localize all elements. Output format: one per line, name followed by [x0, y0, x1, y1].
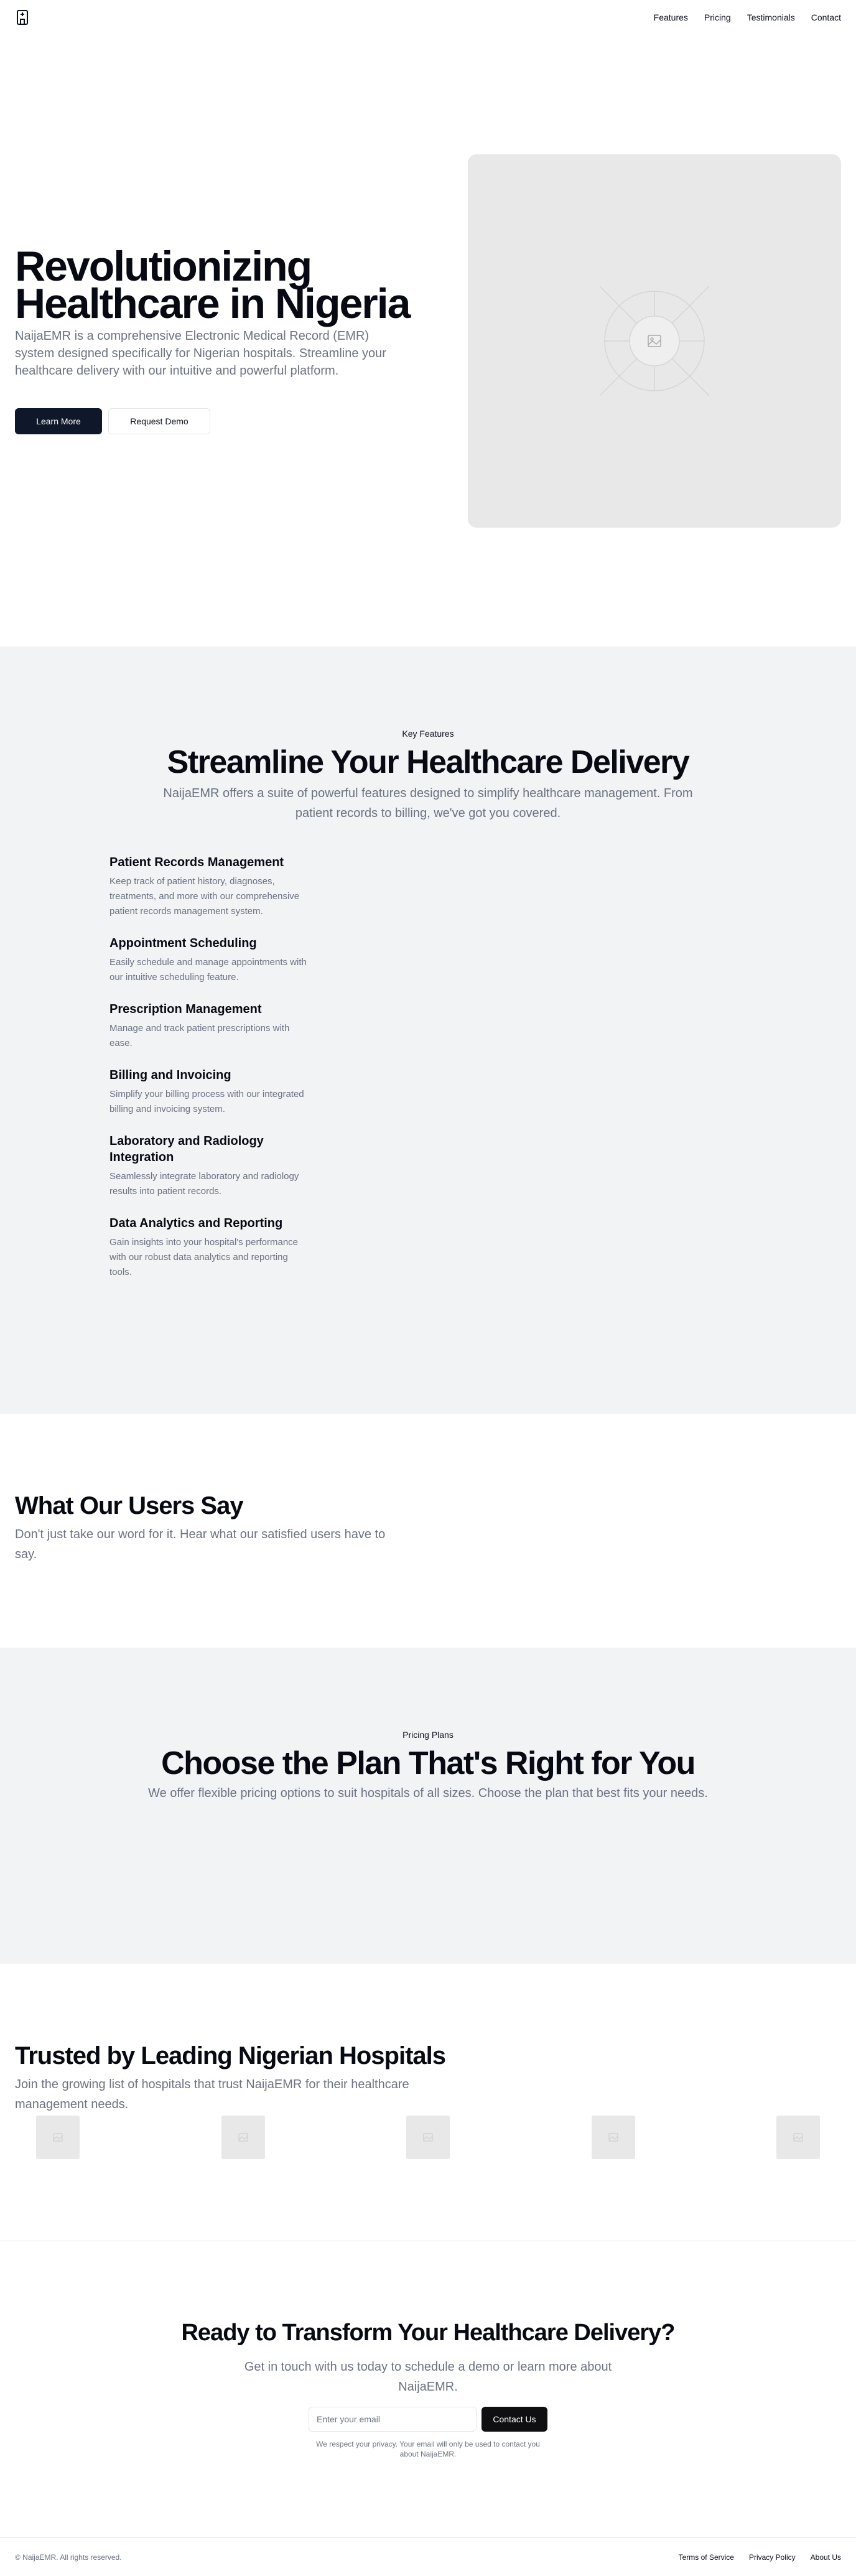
main-nav: Features Pricing Testimonials Contact: [654, 12, 841, 22]
privacy-note: We respect your privacy. Your email will…: [316, 2440, 540, 2458]
feature-description: Manage and track patient prescriptions w…: [109, 1023, 290, 1048]
hospital-logo-placeholder-icon: [36, 2116, 80, 2159]
email-input[interactable]: [309, 2407, 477, 2432]
footer-link-about[interactable]: About Us: [811, 2553, 841, 2562]
hero-image-placeholder: [468, 154, 841, 528]
cta-title: Ready to Transform Your Healthcare Deliv…: [181, 2320, 675, 2346]
copyright-text: © NaijaEMR. All rights reserved.: [15, 2552, 122, 2562]
hospital-logo-placeholder-icon: [221, 2116, 265, 2159]
hospital-logo-svg: [608, 2133, 618, 2142]
feature-item: Data Analytics and Reporting Gain insigh…: [109, 1215, 309, 1280]
learn-more-button[interactable]: Learn More: [15, 408, 102, 434]
request-demo-button[interactable]: Request Demo: [108, 408, 210, 434]
features-title: Streamline Your Healthcare Delivery: [167, 744, 690, 780]
pricing-title: Choose the Plan That's Right for You: [161, 1745, 696, 1781]
feature-description: Simplify your billing process with our i…: [109, 1089, 304, 1114]
feature-item: Billing and Invoicing Simplify your bill…: [109, 1067, 309, 1117]
feature-description: Gain insights into your hospital's perfo…: [109, 1237, 299, 1277]
hero-title: Revolutionizing Healthcare in Nigeria: [15, 243, 411, 327]
feature-title: Billing and Invoicing: [109, 1068, 231, 1082]
features-section: Key Features Streamline Your Healthcare …: [0, 646, 856, 1414]
hero-section: Revolutionizing Healthcare in Nigeria Na…: [0, 35, 856, 646]
testimonials-section: What Our Users Say Don't just take our w…: [0, 1414, 856, 1648]
trusted-section: Trusted by Leading Nigerian Hospitals Jo…: [0, 1964, 856, 2241]
pricing-section: Pricing Plans Choose the Plan That's Rig…: [0, 1648, 856, 1964]
feature-title: Prescription Management: [109, 1002, 262, 1016]
nav-link-pricing[interactable]: Pricing: [704, 12, 731, 22]
features-eyebrow: Key Features: [402, 729, 454, 739]
hero-actions: Learn More Request Demo: [15, 408, 210, 434]
image-placeholder-icon: [599, 286, 710, 396]
feature-title: Laboratory and Radiology Integration: [109, 1134, 264, 1164]
feature-title: Appointment Scheduling: [109, 936, 257, 950]
hospital-logo-placeholder-icon: [591, 2116, 635, 2159]
footer-link-privacy[interactable]: Privacy Policy: [749, 2553, 796, 2562]
trusted-title: Trusted by Leading Nigerian Hospitals: [15, 2042, 446, 2070]
hospital-logo-svg: [793, 2133, 803, 2142]
hospital-logo-svg: [53, 2133, 63, 2142]
features-subtitle: NaijaEMR offers a suite of powerful feat…: [163, 786, 693, 820]
logo-svg: [17, 10, 28, 25]
hospital-logos: [36, 2116, 820, 2159]
pricing-eyebrow: Pricing Plans: [402, 1730, 454, 1740]
feature-item: Laboratory and Radiology Integration Sea…: [109, 1133, 309, 1199]
contact-section: Ready to Transform Your Healthcare Deliv…: [0, 2241, 856, 2537]
trusted-subtitle: Join the growing list of hospitals that …: [15, 2078, 409, 2111]
testimonials-title: What Our Users Say: [15, 1492, 244, 1519]
site-footer: © NaijaEMR. All rights reserved. Terms o…: [0, 2537, 856, 2576]
feature-list: Patient Records Management Keep track of…: [109, 854, 309, 1296]
footer-link-terms[interactable]: Terms of Service: [679, 2553, 734, 2562]
feature-description: Keep track of patient history, diagnoses…: [109, 876, 300, 917]
nav-link-testimonials[interactable]: Testimonials: [747, 12, 795, 22]
hero-subtitle: NaijaEMR is a comprehensive Electronic M…: [15, 329, 386, 378]
feature-description: Easily schedule and manage appointments …: [109, 957, 307, 982]
cta-subtitle: Get in touch with us today to schedule a…: [244, 2360, 612, 2394]
hospital-building-icon[interactable]: [15, 9, 30, 26]
testimonials-subtitle: Don't just take our word for it. Hear wh…: [15, 1528, 386, 1561]
nav-link-features[interactable]: Features: [654, 12, 688, 22]
feature-item: Appointment Scheduling Easily schedule a…: [109, 935, 309, 985]
hospital-logo-placeholder-icon: [776, 2116, 820, 2159]
footer-links: Terms of Service Privacy Policy About Us: [679, 2553, 841, 2562]
pricing-subtitle: We offer flexible pricing options to sui…: [148, 1786, 708, 1800]
contact-form: Contact Us: [309, 2407, 547, 2432]
feature-item: Prescription Management Manage and track…: [109, 1001, 309, 1051]
contact-us-button[interactable]: Contact Us: [482, 2407, 547, 2432]
feature-title: Patient Records Management: [109, 856, 284, 869]
feature-description: Seamlessly integrate laboratory and radi…: [109, 1171, 299, 1197]
hospital-logo-svg: [423, 2133, 433, 2142]
hospital-logo-placeholder-icon: [406, 2116, 450, 2159]
feature-item: Patient Records Management Keep track of…: [109, 854, 309, 919]
site-header: Features Pricing Testimonials Contact: [0, 0, 856, 35]
nav-link-contact[interactable]: Contact: [811, 12, 841, 22]
hospital-logo-svg: [238, 2133, 248, 2142]
feature-title: Data Analytics and Reporting: [109, 1216, 283, 1230]
